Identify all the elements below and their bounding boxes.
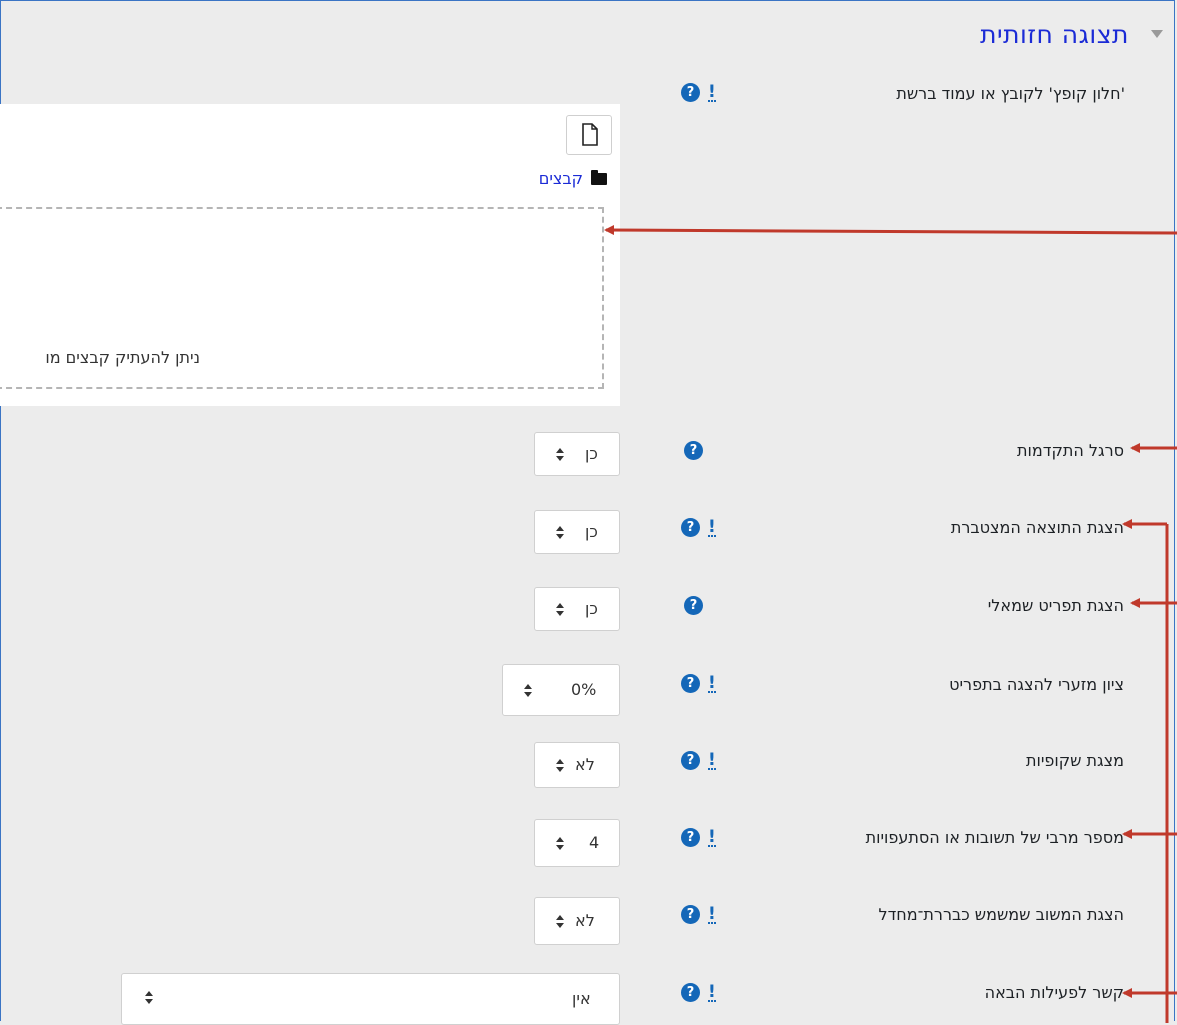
annotation-arrow [604,225,1177,236]
annotation-arrows [604,225,1177,1023]
